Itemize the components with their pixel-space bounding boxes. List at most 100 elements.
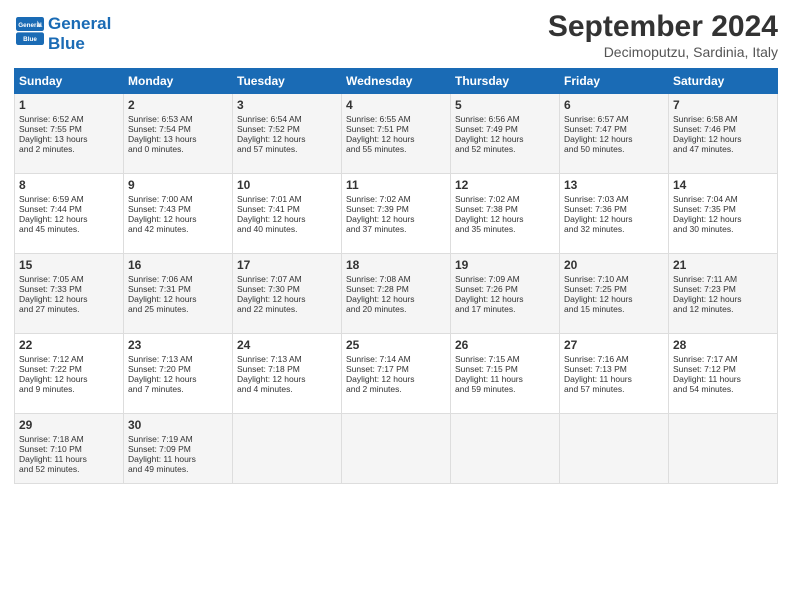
calendar-week-row: 29Sunrise: 7:18 AMSunset: 7:10 PMDayligh… <box>15 414 778 484</box>
day-info: Sunset: 7:28 PM <box>346 284 409 294</box>
day-info: Sunrise: 7:00 AM <box>128 194 193 204</box>
day-info: Daylight: 12 hours <box>455 134 524 144</box>
table-row: 30Sunrise: 7:19 AMSunset: 7:09 PMDayligh… <box>124 414 233 484</box>
logo-text-general: General <box>48 14 111 34</box>
day-info: Daylight: 12 hours <box>19 374 88 384</box>
day-info: Sunrise: 7:01 AM <box>237 194 302 204</box>
day-info: and 32 minutes. <box>564 224 624 234</box>
day-info: and 57 minutes. <box>237 144 297 154</box>
day-info: and 9 minutes. <box>19 384 75 394</box>
day-number: 15 <box>19 258 119 272</box>
day-number: 19 <box>455 258 555 272</box>
day-info: Sunrise: 7:10 AM <box>564 274 629 284</box>
day-info: Daylight: 12 hours <box>673 214 742 224</box>
day-info: and 55 minutes. <box>346 144 406 154</box>
table-row: 26Sunrise: 7:15 AMSunset: 7:15 PMDayligh… <box>451 334 560 414</box>
day-number: 28 <box>673 338 773 352</box>
table-row: 11Sunrise: 7:02 AMSunset: 7:39 PMDayligh… <box>342 174 451 254</box>
col-friday: Friday <box>560 69 669 94</box>
table-row: 16Sunrise: 7:06 AMSunset: 7:31 PMDayligh… <box>124 254 233 334</box>
day-info: and 59 minutes. <box>455 384 515 394</box>
col-wednesday: Wednesday <box>342 69 451 94</box>
day-info: Daylight: 12 hours <box>237 294 306 304</box>
day-number: 22 <box>19 338 119 352</box>
logo: General Blue General Blue <box>14 14 111 53</box>
day-number: 25 <box>346 338 446 352</box>
day-info: and 2 minutes. <box>19 144 75 154</box>
day-number: 13 <box>564 178 664 192</box>
day-info: Sunset: 7:25 PM <box>564 284 627 294</box>
table-row: 15Sunrise: 7:05 AMSunset: 7:33 PMDayligh… <box>15 254 124 334</box>
day-info: Sunset: 7:39 PM <box>346 204 409 214</box>
day-info: Daylight: 12 hours <box>237 134 306 144</box>
day-info: Sunrise: 7:18 AM <box>19 434 84 444</box>
day-number: 6 <box>564 98 664 112</box>
day-info: Daylight: 12 hours <box>564 134 633 144</box>
day-info: and 17 minutes. <box>455 304 515 314</box>
day-number: 20 <box>564 258 664 272</box>
day-number: 27 <box>564 338 664 352</box>
table-row: 18Sunrise: 7:08 AMSunset: 7:28 PMDayligh… <box>342 254 451 334</box>
day-info: Sunrise: 7:14 AM <box>346 354 411 364</box>
day-info: Daylight: 12 hours <box>128 294 197 304</box>
day-number: 1 <box>19 98 119 112</box>
day-info: Sunrise: 7:09 AM <box>455 274 520 284</box>
day-info: and 27 minutes. <box>19 304 79 314</box>
table-row: 23Sunrise: 7:13 AMSunset: 7:20 PMDayligh… <box>124 334 233 414</box>
day-info: Daylight: 12 hours <box>564 294 633 304</box>
day-info: Sunrise: 7:16 AM <box>564 354 629 364</box>
day-number: 12 <box>455 178 555 192</box>
day-info: Sunrise: 7:15 AM <box>455 354 520 364</box>
day-info: Daylight: 13 hours <box>19 134 88 144</box>
day-info: Sunset: 7:30 PM <box>237 284 300 294</box>
day-number: 26 <box>455 338 555 352</box>
day-info: Sunrise: 6:52 AM <box>19 114 84 124</box>
day-info: and 50 minutes. <box>564 144 624 154</box>
day-info: Sunset: 7:38 PM <box>455 204 518 214</box>
table-row: 24Sunrise: 7:13 AMSunset: 7:18 PMDayligh… <box>233 334 342 414</box>
day-number: 4 <box>346 98 446 112</box>
day-info: Daylight: 12 hours <box>19 214 88 224</box>
col-monday: Monday <box>124 69 233 94</box>
day-info: and 52 minutes. <box>455 144 515 154</box>
day-info: Sunrise: 7:06 AM <box>128 274 193 284</box>
day-info: and 20 minutes. <box>346 304 406 314</box>
day-info: Sunset: 7:31 PM <box>128 284 191 294</box>
day-info: Sunrise: 7:08 AM <box>346 274 411 284</box>
day-number: 7 <box>673 98 773 112</box>
day-number: 11 <box>346 178 446 192</box>
calendar-week-row: 1Sunrise: 6:52 AMSunset: 7:55 PMDaylight… <box>15 94 778 174</box>
day-info: Sunrise: 6:59 AM <box>19 194 84 204</box>
day-info: Daylight: 11 hours <box>673 374 741 384</box>
day-info: Sunset: 7:26 PM <box>455 284 518 294</box>
day-info: and 0 minutes. <box>128 144 184 154</box>
day-info: and 25 minutes. <box>128 304 188 314</box>
day-info: Sunrise: 6:56 AM <box>455 114 520 124</box>
day-info: Daylight: 12 hours <box>455 214 524 224</box>
day-number: 5 <box>455 98 555 112</box>
day-info: Daylight: 12 hours <box>346 134 415 144</box>
day-number: 18 <box>346 258 446 272</box>
day-info: Sunset: 7:49 PM <box>455 124 518 134</box>
day-info: Sunset: 7:51 PM <box>346 124 409 134</box>
table-row <box>233 414 342 484</box>
day-info: and 22 minutes. <box>237 304 297 314</box>
day-info: and 52 minutes. <box>19 464 79 474</box>
day-number: 2 <box>128 98 228 112</box>
table-row: 27Sunrise: 7:16 AMSunset: 7:13 PMDayligh… <box>560 334 669 414</box>
day-info: and 37 minutes. <box>346 224 406 234</box>
day-info: Sunset: 7:15 PM <box>455 364 518 374</box>
day-info: and 57 minutes. <box>564 384 624 394</box>
day-info: and 54 minutes. <box>673 384 733 394</box>
day-info: Sunset: 7:17 PM <box>346 364 409 374</box>
day-info: Sunrise: 7:11 AM <box>673 274 737 284</box>
logo-text-blue: Blue <box>48 34 111 54</box>
day-info: Sunrise: 7:04 AM <box>673 194 738 204</box>
day-info: Sunset: 7:54 PM <box>128 124 191 134</box>
table-row: 8Sunrise: 6:59 AMSunset: 7:44 PMDaylight… <box>15 174 124 254</box>
day-info: Daylight: 12 hours <box>346 214 415 224</box>
day-info: and 12 minutes. <box>673 304 733 314</box>
day-info: Daylight: 12 hours <box>346 374 415 384</box>
table-row: 20 Sunrise: 7:10 AMSunset: 7:25 PMDayligh… <box>560 254 669 334</box>
day-info: Sunset: 7:10 PM <box>19 444 82 454</box>
